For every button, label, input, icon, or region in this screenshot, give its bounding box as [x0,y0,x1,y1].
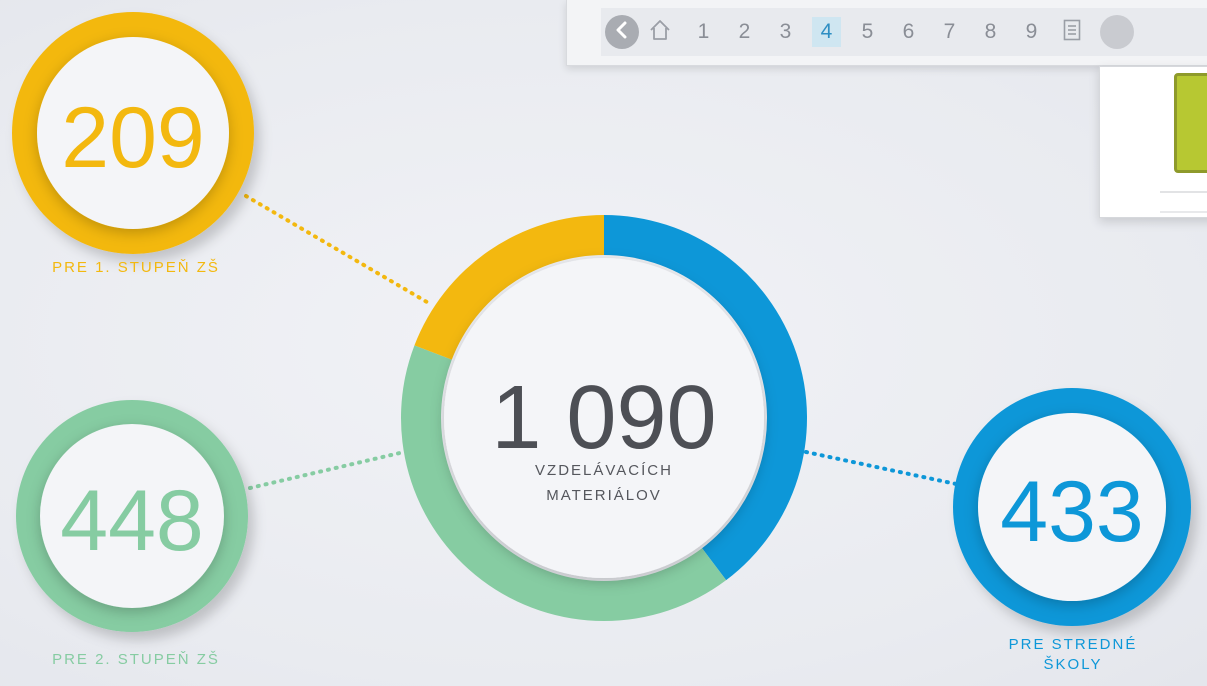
total-label-line1: VZDELÁVACÍCH [535,462,673,479]
infographic-stage: 123456789 1 090VZDELÁVACÍCHMATERIÁLOV [0,0,1207,686]
total-label-line2: MATERIÁLOV [546,487,662,504]
category-label-stredne-skoly: PRE STREDNÉ ŠKOLY [960,635,1186,675]
category-value: 433 [1000,464,1144,560]
category-label-text: PRE 1. STUPEŇ ZŠ [52,259,220,276]
category-value: 448 [60,473,204,569]
category-label-stupen-2: PRE 2. STUPEŇ ZŠ [16,651,256,668]
category-value: 209 [61,90,205,186]
category-bubble-1: 448 [16,400,248,632]
category-label-text: PRE 2. STUPEŇ ZŠ [52,651,220,668]
category-bubble-2: 433 [953,388,1191,626]
connector-line-1 [248,450,406,490]
category-label-stupen-1: PRE 1. STUPEŇ ZŠ [18,259,254,276]
category-bubble-0: 209 [12,12,254,254]
connector-line-2 [804,450,958,486]
category-label-text-line2: ŠKOLY [1043,656,1103,673]
category-label-text-line1: PRE STREDNÉ [1008,636,1138,653]
total-value: 1 090 [491,368,716,468]
connector-line-0 [244,194,434,307]
donut-chart: 1 090VZDELÁVACÍCH MATERIÁLOV 209 448 433 [12,12,1191,632]
